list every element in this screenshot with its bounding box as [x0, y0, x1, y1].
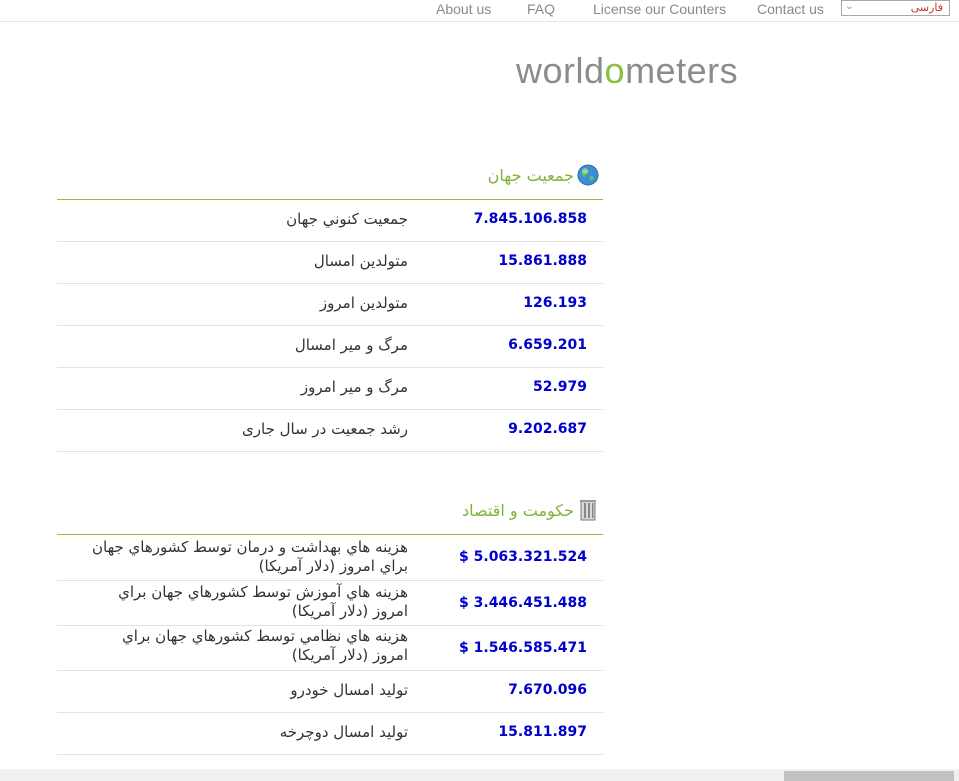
- table-row: متولدين امروز 126.193: [57, 284, 603, 326]
- table-row: توليد امسال دوچرخه 15.811.897: [57, 713, 603, 755]
- language-select[interactable]: ⌄ فارسی: [841, 0, 950, 16]
- table-row: مرگ و مير امروز 52.979: [57, 368, 603, 410]
- top-nav: About us FAQ License our Counters Contac…: [0, 0, 959, 22]
- row-label: مرگ و مير امسال: [294, 336, 408, 354]
- row-value: 9.202.687: [508, 421, 587, 437]
- row-value: $ 5.063.321.524: [459, 549, 587, 565]
- globe-icon: [577, 164, 599, 186]
- table-row: توليد امسال خودرو 7.670.096: [57, 671, 603, 713]
- nav-faq[interactable]: FAQ: [527, 1, 555, 17]
- section-title-government: حکومت و اقتصاد: [462, 501, 574, 520]
- row-value: 126.193: [523, 295, 587, 311]
- building-icon: [580, 500, 596, 521]
- row-value: 15.861.888: [498, 253, 587, 269]
- table-row: هزينه هاي بهداشت و درمان توسط كشورهاي جه…: [57, 535, 603, 581]
- table-row: هزينه هاي نظامي توسط كشورهاي جهان براي ا…: [57, 626, 603, 671]
- section-title-population: جمعیت جهان: [487, 166, 574, 185]
- row-value: 52.979: [532, 379, 587, 395]
- table-row: جمعيت كنوني جهان 7.845.106.858: [57, 200, 603, 242]
- scrollbar-thumb[interactable]: [784, 771, 954, 781]
- table-row: متولدين امسال 15.861.888: [57, 242, 603, 284]
- row-value: $ 1.546.585.471: [459, 640, 587, 656]
- row-label: مرگ و مير امروز: [300, 378, 408, 396]
- chevron-down-icon: ⌄: [845, 1, 854, 12]
- nav-about-us[interactable]: About us: [436, 1, 491, 17]
- table-row: رشد جمعيت در سال جاری 9.202.687: [57, 410, 603, 452]
- row-label: رشد جمعيت در سال جاری: [242, 420, 408, 438]
- nav-contact-us[interactable]: Contact us: [757, 1, 824, 17]
- row-label: هزينه هاي بهداشت و درمان توسط كشورهاي جه…: [92, 538, 408, 575]
- row-label: متولدين امسال: [313, 252, 408, 270]
- row-label: توليد امسال دوچرخه: [279, 723, 408, 741]
- row-value: 6.659.201: [508, 337, 587, 353]
- row-value: 7.845.106.858: [473, 211, 587, 227]
- row-label: هزينه هاي آموزش توسط كشورهاي جهان براي ا…: [118, 583, 408, 620]
- language-selected-value: فارسی: [910, 1, 943, 14]
- row-label: توليد امسال خودرو: [290, 681, 408, 699]
- row-value: 7.670.096: [508, 682, 587, 698]
- table-row: مرگ و مير امسال 6.659.201: [57, 326, 603, 368]
- row-label: هزينه هاي نظامي توسط كشورهاي جهان براي ا…: [122, 627, 408, 664]
- nav-license-counters[interactable]: License our Counters: [593, 1, 726, 17]
- table-row: هزينه هاي آموزش توسط كشورهاي جهان براي ا…: [57, 581, 603, 626]
- row-label: جمعيت كنوني جهان: [286, 210, 408, 228]
- row-value: 15.811.897: [498, 724, 587, 740]
- row-value: $ 3.446.451.488: [459, 595, 587, 611]
- worldometers-logo[interactable]: worldometers: [516, 49, 738, 93]
- row-label: متولدين امروز: [319, 294, 408, 312]
